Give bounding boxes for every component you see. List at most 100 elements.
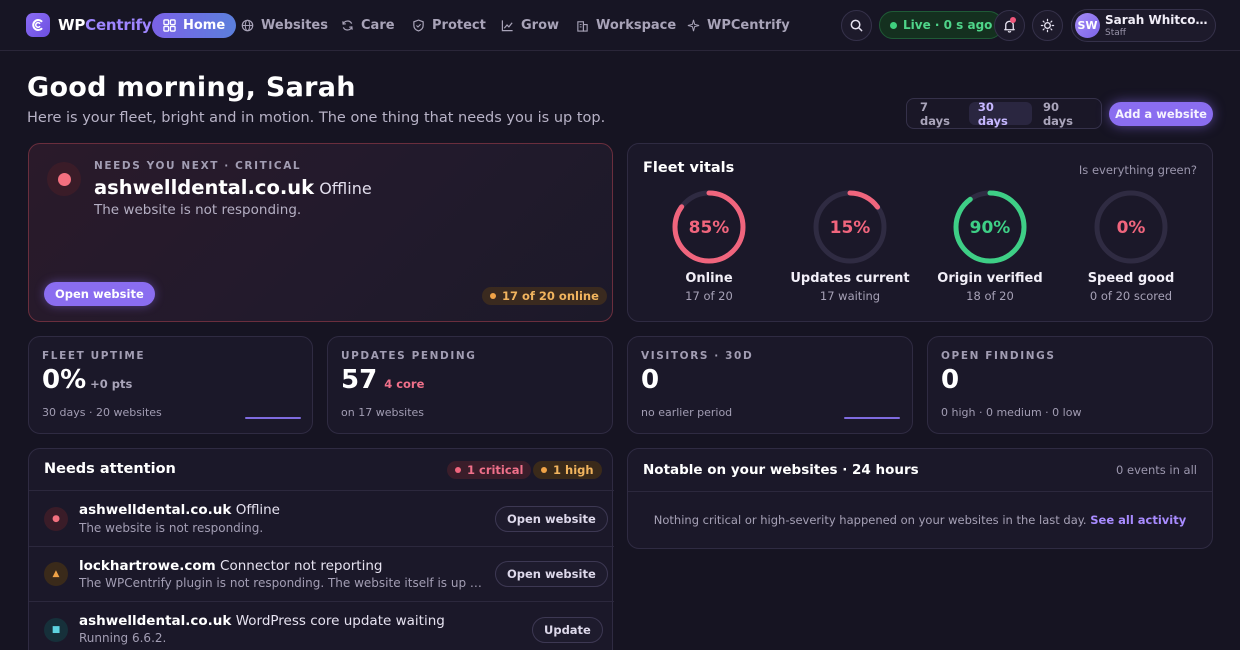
critical-dot-icon — [455, 467, 461, 473]
next-site-name[interactable]: ashwelldental.co.uk — [94, 176, 314, 199]
critical-dot-icon — [47, 162, 81, 196]
fleet-vitals-title: Fleet vitals — [643, 160, 735, 176]
gauge-sub: 0 of 20 scored — [1089, 289, 1173, 303]
user-menu[interactable]: SW Sarah Whitcombe Staff — [1071, 9, 1216, 42]
notable-empty-text: Nothing critical or high-severity happen… — [653, 513, 1087, 527]
notifications-button[interactable] — [994, 10, 1025, 41]
stat-note: 0 high · 0 medium · 0 low — [941, 406, 1082, 419]
needs-you-next-card: NEEDS YOU NEXT · CRITICAL ashwelldental.… — [28, 143, 613, 322]
live-status-badge: Live · 0 s ago — [879, 11, 1004, 39]
row-issue: Connector not reporting — [220, 558, 383, 574]
nav-wpcentrify[interactable]: WPCentrify — [676, 13, 801, 38]
stat-label: UPDATES PENDING — [341, 350, 477, 362]
list-item[interactable]: ▲ lockhartrowe.com Connector not reporti… — [29, 546, 614, 601]
nav-home[interactable]: Home — [152, 13, 237, 38]
online-count-badge: 17 of 20 online — [482, 287, 607, 305]
search-button[interactable] — [841, 10, 872, 41]
next-description: The website is not responding. — [94, 202, 302, 218]
row-site: ashwelldental.co.uk — [79, 502, 232, 518]
notable-card: Notable on your websites · 24 hours 0 ev… — [627, 448, 1213, 549]
notable-title: Notable on your websites · 24 hours — [643, 462, 919, 478]
fleet-vitals-question: Is everything green? — [1078, 163, 1197, 177]
amber-dot-icon — [490, 293, 496, 299]
avatar: SW — [1075, 13, 1100, 38]
gauge-percent: 15% — [830, 218, 871, 238]
range-7-days[interactable]: 7 days — [911, 100, 967, 128]
top-bar: WPCentrify Home Websites Care Protect Gr… — [0, 0, 1240, 51]
stat-value: 57 4 core — [341, 365, 424, 395]
open-website-button[interactable]: Open website — [495, 506, 608, 532]
update-button[interactable]: Update — [532, 617, 603, 643]
range-90-days[interactable]: 90 days — [1034, 100, 1097, 128]
high-dot-icon — [541, 467, 547, 473]
stat-card-updates: UPDATES PENDING 57 4 core on 17 websites — [327, 336, 613, 434]
stat-label: VISITORS · 30D — [641, 350, 754, 362]
critical-count-text: 1 critical — [467, 463, 524, 477]
notable-count: 0 events in all — [1116, 463, 1197, 477]
nav-protect[interactable]: Protect — [401, 13, 497, 38]
user-role: Staff — [1105, 28, 1126, 38]
gauge-label: Origin verified — [937, 271, 1043, 286]
stat-number: 57 — [341, 365, 378, 395]
building-icon — [577, 21, 588, 32]
add-website-button[interactable]: Add a website — [1109, 102, 1213, 126]
open-website-button[interactable]: Open website — [44, 282, 155, 306]
nav-grow[interactable]: Grow — [490, 13, 570, 38]
next-site-status: Offline — [319, 179, 372, 198]
sparkline — [245, 417, 301, 419]
range-30-days[interactable]: 30 days — [968, 100, 1032, 128]
gauge-sub: 17 of 20 — [685, 289, 733, 303]
stat-extra: 4 core — [384, 377, 425, 391]
needs-attention-title: Needs attention — [44, 461, 176, 477]
stat-value: 0% +0 pts — [42, 365, 132, 395]
brand-name[interactable]: WPCentrify — [58, 16, 152, 34]
list-item[interactable]: ■ ashwelldental.co.uk WordPress core upd… — [29, 601, 614, 650]
search-icon — [850, 19, 863, 32]
nav-label: Home — [183, 18, 226, 33]
gauge-label: Updates current — [790, 271, 910, 286]
warning-icon: ▲ — [44, 562, 68, 586]
page-title: Good morning, Sarah — [27, 72, 356, 103]
row-issue: Offline — [235, 502, 280, 518]
nav-label: WPCentrify — [707, 18, 790, 33]
row-description: The website is not responding. — [79, 521, 264, 535]
gauge-label: Online — [685, 271, 733, 286]
see-all-activity-link[interactable]: See all activity — [1090, 513, 1186, 527]
shield-icon — [413, 19, 424, 32]
critical-count-badge: 1 critical — [447, 461, 532, 479]
stat-card-uptime: FLEET UPTIME 0% +0 pts 30 days · 20 websi… — [28, 336, 313, 434]
row-site: lockhartrowe.com — [79, 558, 216, 574]
nav-websites[interactable]: Websites — [230, 13, 339, 38]
vital-gauge-updates-current: 15% Updates current 17 waiting — [775, 188, 925, 303]
live-dot-icon — [890, 21, 897, 29]
stat-extra: +0 pts — [90, 377, 133, 391]
nav-care[interactable]: Care — [330, 13, 406, 38]
stat-note: no earlier period — [641, 406, 733, 419]
nav-label: Workspace — [596, 18, 677, 33]
vital-gauge-speed-good: 0% Speed good 0 of 20 scored — [1056, 188, 1206, 303]
theme-toggle-button[interactable] — [1032, 10, 1063, 41]
online-count-text: 17 of 20 online — [502, 289, 599, 303]
row-title: ashwelldental.co.uk Offline — [79, 502, 280, 518]
sun-icon — [1040, 18, 1055, 33]
list-item[interactable]: ● ashwelldental.co.uk Offline The websit… — [29, 490, 614, 546]
user-name: Sarah Whitcombe — [1105, 13, 1213, 27]
info-square-icon: ■ — [44, 618, 68, 642]
logo-icon[interactable] — [26, 13, 50, 37]
stat-value: 0 — [941, 365, 960, 395]
needs-attention-card: Needs attention 1 critical 1 high ● ashw… — [28, 448, 614, 650]
row-issue: WordPress core update waiting — [235, 613, 445, 629]
brand-wp: WP — [58, 16, 86, 34]
nav-label: Grow — [521, 18, 560, 33]
stat-label: FLEET UPTIME — [42, 350, 146, 362]
notification-dot — [1010, 17, 1016, 23]
donut-gauge: 15% — [813, 190, 887, 264]
chart-icon — [501, 20, 513, 32]
stat-card-findings: OPEN FINDINGS 0 0 high · 0 medium · 0 lo… — [927, 336, 1213, 434]
critical-dot-icon: ● — [44, 507, 68, 531]
open-website-button[interactable]: Open website — [495, 561, 608, 587]
vital-gauge-origin-verified: 90% Origin verified 18 of 20 — [915, 188, 1065, 303]
row-title: ashwelldental.co.uk WordPress core updat… — [79, 613, 445, 629]
donut-gauge: 0% — [1094, 190, 1168, 264]
nav-workspace[interactable]: Workspace — [565, 13, 687, 38]
